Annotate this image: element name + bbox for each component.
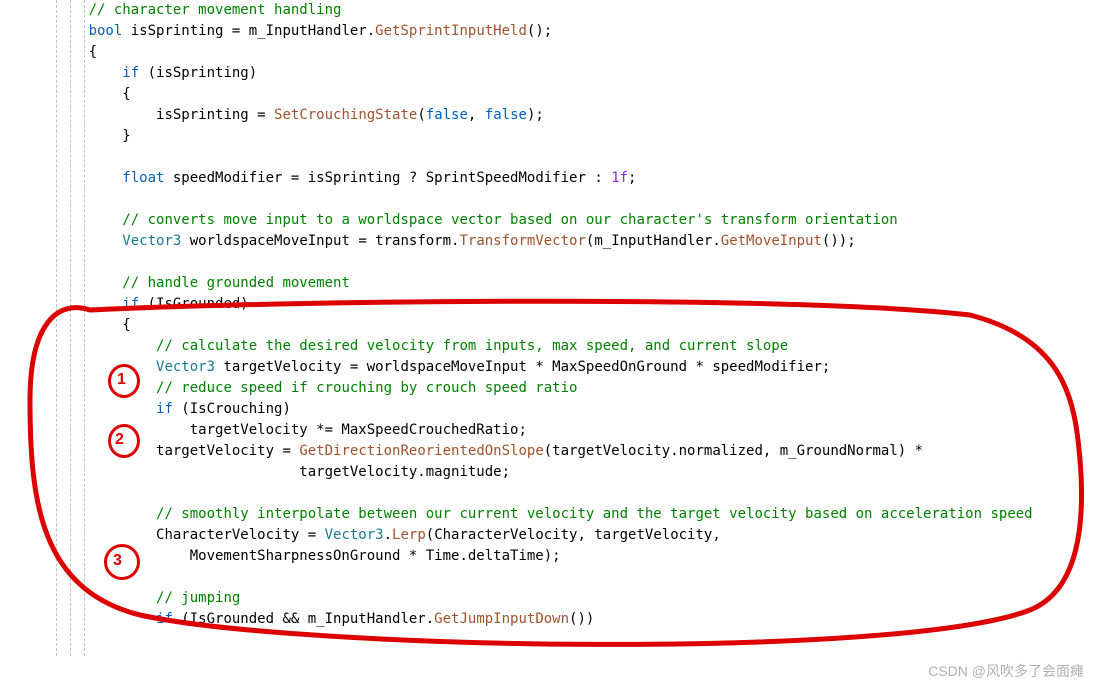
comment: // converts move input to a worldspace v… [122,212,897,228]
type: Vector3 [325,527,384,543]
method-call: SetCrouchingState [274,107,417,123]
annotation-circle-2 [108,424,140,458]
method-call: GetDirectionReorientedOnSlope [299,443,543,459]
annotation-circle-3 [104,544,140,580]
method-call: GetSprintInputHeld [375,23,527,39]
keyword: if [156,611,173,627]
code-content: // character movement handling bool isSp… [38,0,1033,630]
keyword: if [122,65,139,81]
type: Vector3 [122,233,181,249]
keyword: if [122,296,139,312]
method-call: GetMoveInput [721,233,822,249]
comment: // jumping [156,590,240,606]
comment: // handle grounded movement [122,275,350,291]
code-block: // character movement handling bool isSp… [38,0,1033,630]
keyword: if [156,401,173,417]
code-screenshot: // character movement handling bool isSp… [0,0,1094,690]
comment: // calculate the desired velocity from i… [156,338,788,354]
watermark: CSDN @风吹多了会面瘫 [928,661,1084,682]
keyword: bool [89,23,123,39]
keyword: float [122,170,164,186]
annotation-number-1: 1 [117,369,126,390]
annotation-number-2: 2 [115,429,124,450]
type: Vector3 [156,359,215,375]
comment: // reduce speed if crouching by crouch s… [156,380,577,396]
method-call: TransformVector [459,233,585,249]
comment: // smoothly interpolate between our curr… [156,506,1033,522]
comment: // character movement handling [89,2,342,18]
method-call: GetJumpInputDown [434,611,569,627]
annotation-number-3: 3 [113,550,122,571]
method-call: Lerp [392,527,426,543]
